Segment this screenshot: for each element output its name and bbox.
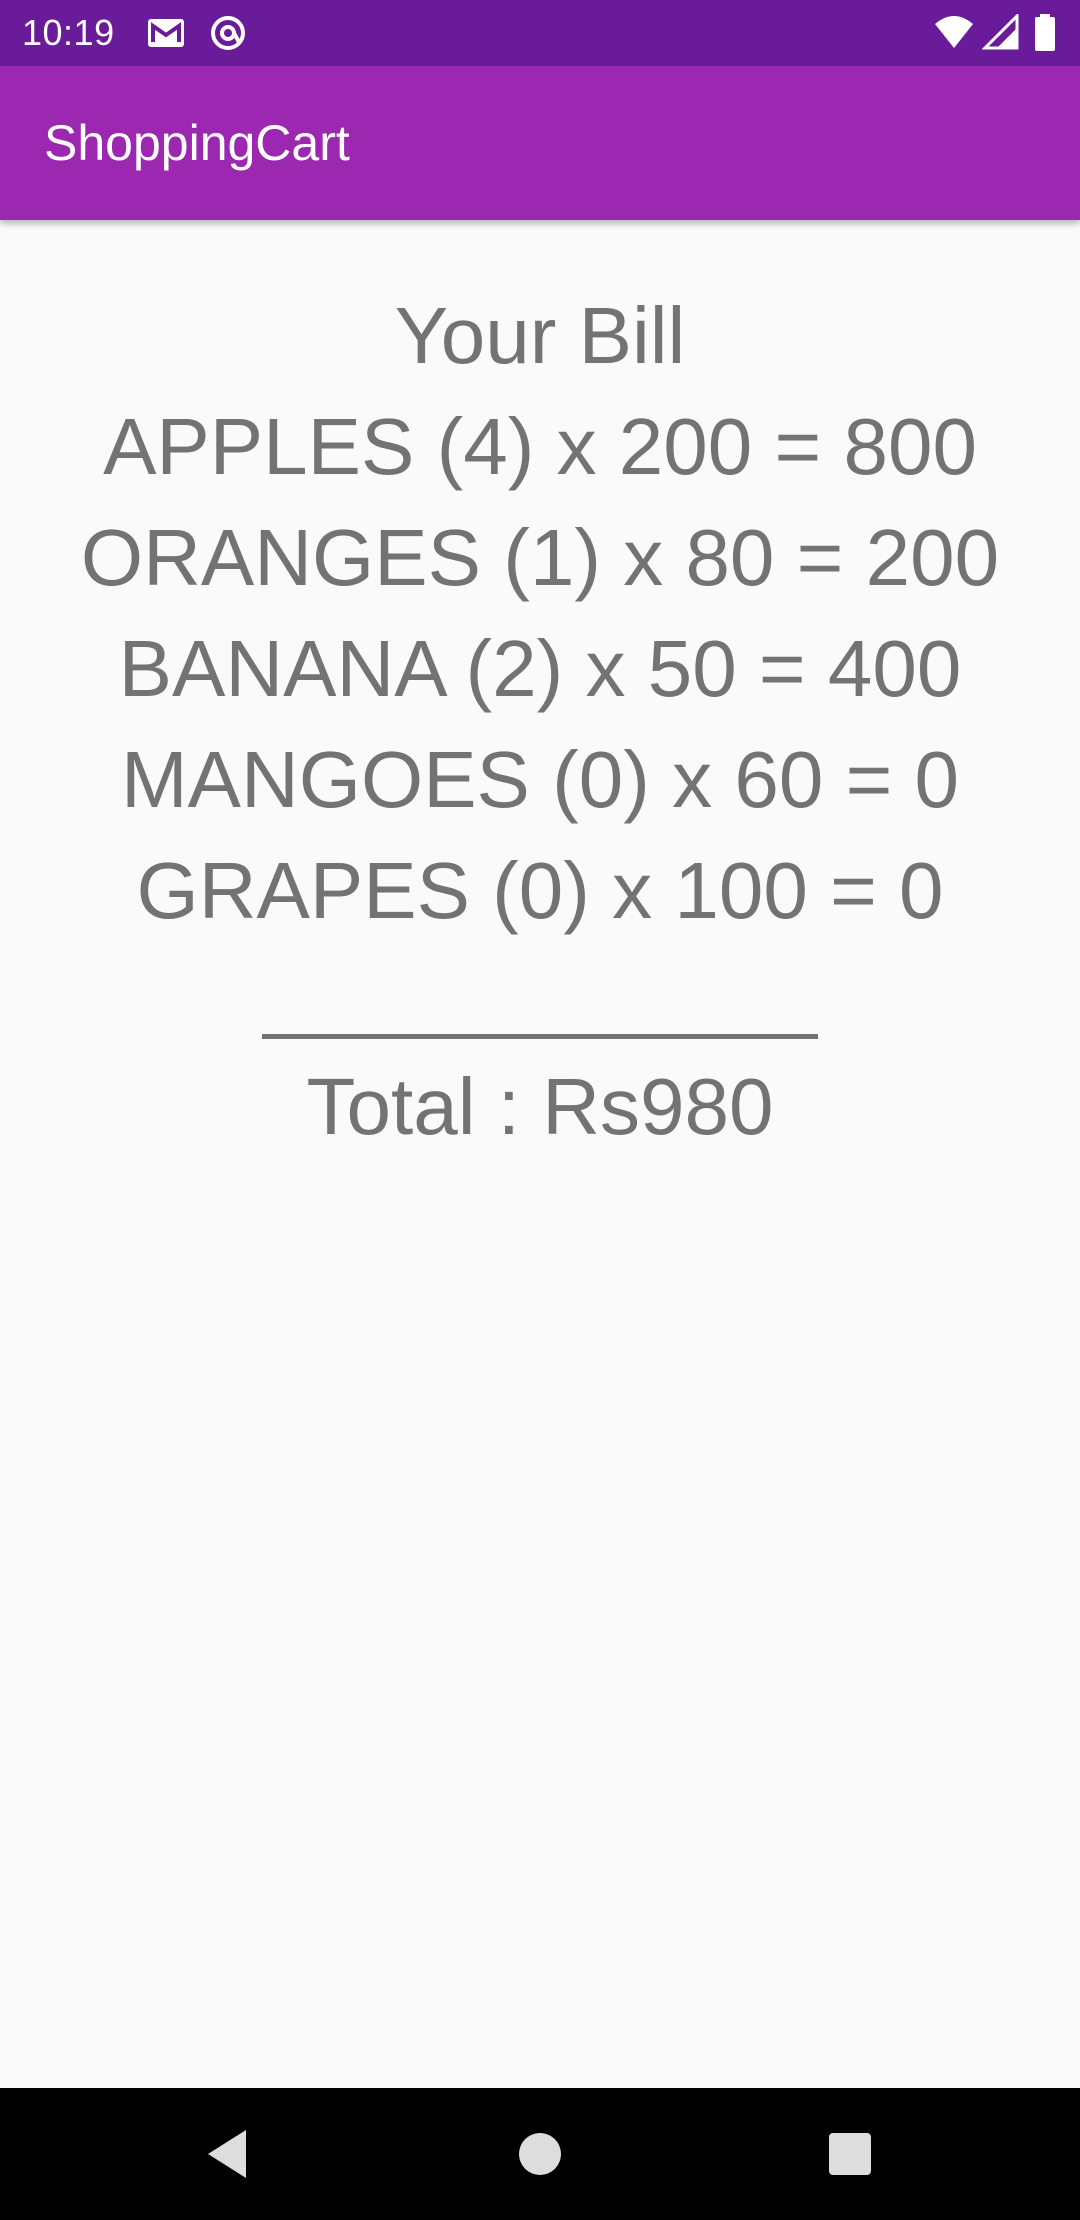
bill-heading: Your Bill	[394, 291, 686, 380]
app-bar: ShoppingCart	[0, 66, 1080, 220]
status-time: 10:19	[22, 12, 115, 53]
back-icon[interactable]	[196, 2122, 260, 2186]
recents-icon[interactable]	[818, 2122, 882, 2186]
bill-item-apples: APPLES (4) x 200 = 800	[103, 402, 977, 491]
gmail-icon	[146, 14, 186, 52]
home-icon[interactable]	[508, 2122, 572, 2186]
bill-divider	[262, 1034, 818, 1039]
bill-section: Your Bill APPLES (4) x 200 = 800 ORANGES…	[0, 280, 1080, 1162]
navigation-bar	[0, 2088, 1080, 2220]
screen: 10:19 ShoppingCart Your Bill APPLES (4) …	[0, 0, 1080, 2220]
app-title: ShoppingCart	[44, 115, 350, 171]
wifi-icon	[934, 14, 974, 52]
bill-item-oranges: ORANGES (1) x 80 = 200	[80, 513, 1000, 602]
bill-item-grapes: GRAPES (0) x 100 = 0	[136, 846, 944, 935]
bill-total: Total : Rs980	[306, 1062, 774, 1151]
bill-item-mangoes: MANGOES (0) x 60 = 0	[120, 735, 960, 824]
battery-icon	[1030, 14, 1060, 52]
at-sign-icon	[208, 14, 248, 52]
signal-icon	[982, 14, 1022, 52]
status-bar: 10:19	[0, 0, 1080, 66]
bill-item-banana: BANANA (2) x 50 = 400	[118, 624, 962, 713]
